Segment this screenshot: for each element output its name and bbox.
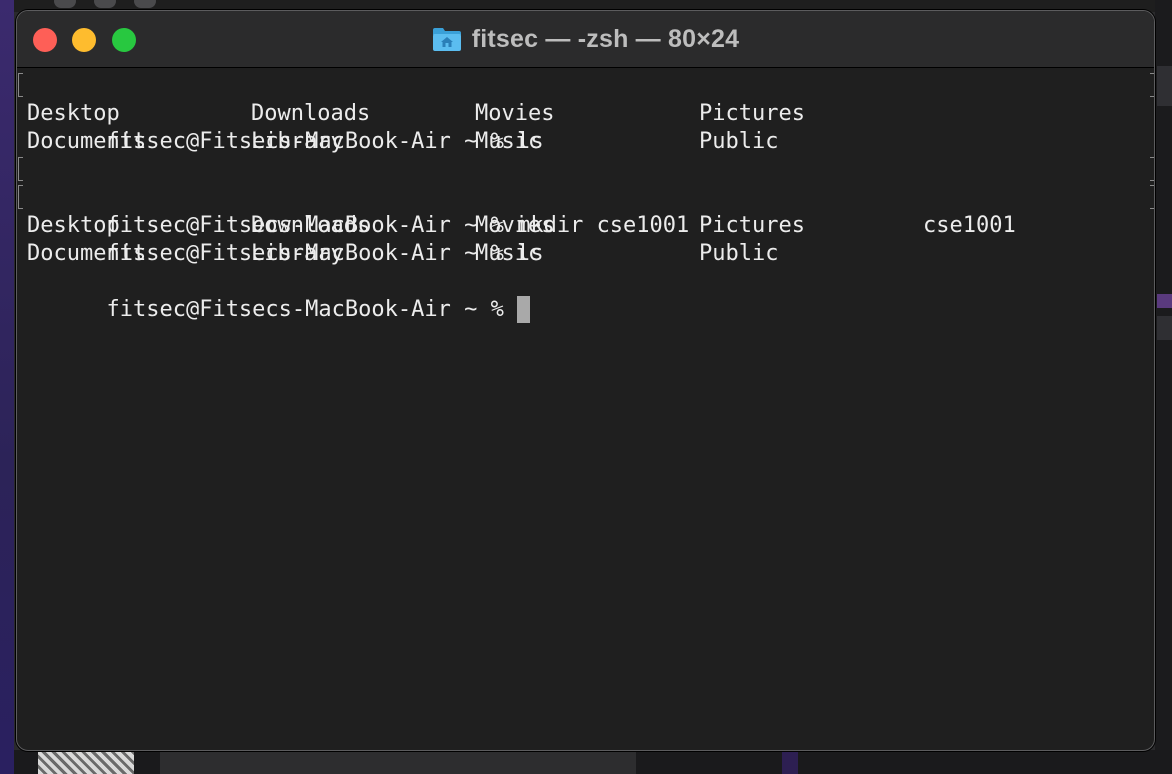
background-panel-accent [1157, 294, 1172, 308]
terminal-output[interactable]: fitsec@Fitsecs-MacBook-Air ~ % ls Deskto… [17, 68, 1154, 750]
home-folder-icon [432, 26, 462, 52]
ls-entry: Pictures [699, 101, 805, 126]
ls-entry: Library [251, 241, 344, 266]
ls-entry: Pictures [699, 213, 805, 238]
terminal-line: fitsec@Fitsecs-MacBook-Air ~ % mkdir cse… [18, 156, 1154, 238]
background-panel [782, 752, 798, 774]
ls-entry: Downloads [251, 213, 371, 238]
mark-bracket-left [18, 157, 23, 181]
title-bar[interactable]: fitsec — -zsh — 80×24 [17, 11, 1154, 68]
ls-entry: Movies [475, 213, 555, 238]
terminal-line: Documents Library Music Public [27, 128, 1154, 156]
ls-entry: Public [699, 129, 779, 154]
background-window-right [1155, 0, 1172, 774]
terminal-line: Desktop Downloads Movies Pictures cse100… [27, 212, 1154, 240]
background-panel [1157, 66, 1172, 106]
background-panel [1157, 316, 1172, 340]
mark-bracket-left [18, 185, 23, 209]
window-title: fitsec — -zsh — 80×24 [471, 24, 740, 53]
terminal-line: fitsec@Fitsecs-MacBook-Air ~ % ls [18, 72, 1154, 154]
terminal-line: fitsec@Fitsecs-MacBook-Air ~ % ls [18, 184, 1154, 266]
background-button [94, 0, 116, 8]
background-thumbnail [38, 752, 134, 774]
ls-entry: Desktop [27, 213, 120, 238]
terminal-line: Desktop Downloads Movies Pictures [27, 100, 1154, 128]
ls-entry: Music [475, 241, 542, 266]
ls-entry: Public [699, 241, 779, 266]
terminal-line: Documents Library Music Public [27, 240, 1154, 268]
prompt: fitsec@Fitsecs-MacBook-Air ~ % [106, 297, 518, 322]
ls-entry: Library [251, 129, 344, 154]
terminal-line-current: fitsec@Fitsecs-MacBook-Air ~ % [27, 268, 1154, 323]
ls-entry: Desktop [27, 101, 120, 126]
window-title-group: fitsec — -zsh — 80×24 [17, 11, 1154, 67]
ls-entry: Music [475, 129, 542, 154]
background-button [54, 0, 76, 8]
ls-entry: Movies [475, 101, 555, 126]
mark-bracket-right [1150, 73, 1154, 97]
text-cursor[interactable] [517, 296, 531, 323]
mark-bracket-right [1150, 185, 1154, 209]
mark-bracket-right [1150, 157, 1154, 181]
background-button [134, 0, 156, 8]
terminal-window[interactable]: fitsec — -zsh — 80×24 fitsec@Fitsecs-Mac… [16, 10, 1155, 751]
background-panel [160, 752, 636, 774]
ls-entry: Downloads [251, 101, 371, 126]
ls-entry: cse1001 [923, 213, 1016, 238]
mark-bracket-left [18, 73, 23, 97]
ls-entry: Documents [27, 129, 147, 154]
desktop-wallpaper [0, 0, 14, 774]
ls-entry: Documents [27, 241, 147, 266]
